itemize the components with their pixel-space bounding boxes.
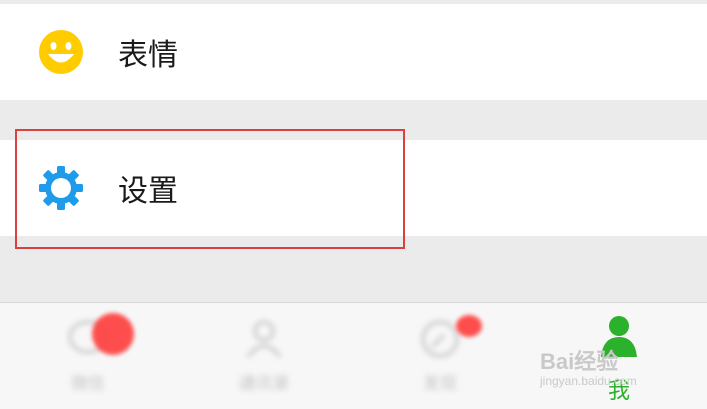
tab-chats[interactable]: 微信 [0, 303, 176, 409]
tab-chats-label: 微信 [71, 374, 105, 394]
smiley-icon [39, 30, 83, 74]
list-item-emoji[interactable]: 表情 [0, 4, 707, 100]
gear-icon [39, 166, 83, 210]
tab-contacts-label: 通讯录 [238, 374, 290, 394]
emoji-label: 表情 [118, 38, 178, 73]
tab-discover-label: 发现 [423, 374, 457, 394]
unread-badge [92, 313, 134, 355]
list-item-settings[interactable]: 设置 [0, 140, 707, 236]
tab-discover[interactable]: 发现 [352, 303, 528, 409]
new-badge [456, 315, 482, 337]
contacts-icon [246, 320, 282, 358]
tab-contacts[interactable]: 通讯录 [176, 303, 352, 409]
settings-label: 设置 [118, 174, 178, 209]
watermark-logo: Bai经验 jingyan.baidu.com [540, 349, 637, 388]
